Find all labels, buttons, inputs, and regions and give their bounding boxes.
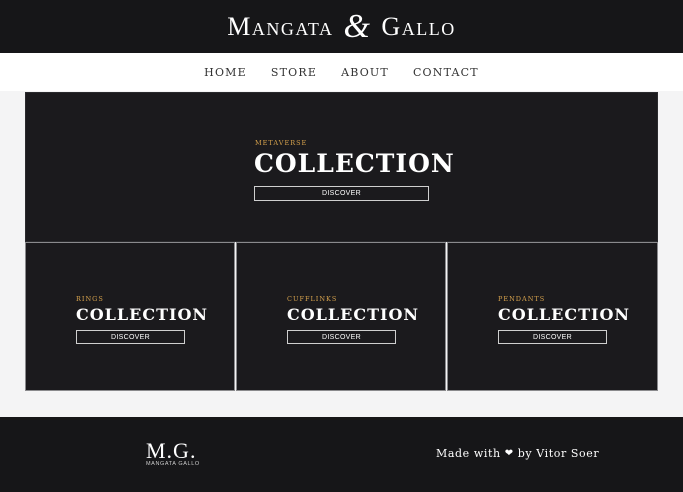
brand-logo[interactable]: Mangata & Gallo: [227, 8, 455, 46]
cufflinks-discover-button[interactable]: DISCOVER: [287, 330, 396, 344]
logo-ampersand: &: [343, 7, 372, 45]
hero-metaverse-collection: METAVERSE COLLECTION DISCOVER: [25, 92, 658, 242]
tile-rings-collection: RINGS COLLECTION DISCOVER: [25, 242, 235, 391]
tile-pendants-collection: PENDANTS COLLECTION DISCOVER: [447, 242, 658, 391]
pendants-discover-button[interactable]: DISCOVER: [498, 330, 607, 344]
credit-prefix: Made with: [436, 447, 501, 460]
credit-author[interactable]: by Vitor Soer: [518, 447, 600, 460]
tile-eyebrow: RINGS: [76, 295, 104, 303]
logo-word-mangata: Mangata: [227, 11, 334, 41]
tile-cufflinks-collection: CUFFLINKS COLLECTION DISCOVER: [236, 242, 446, 391]
nav-store[interactable]: STORE: [271, 66, 317, 79]
tile-title: COLLECTION: [287, 305, 420, 324]
main-nav: HOME STORE ABOUT CONTACT: [0, 53, 683, 91]
hero-eyebrow: METAVERSE: [255, 139, 308, 147]
tile-eyebrow: CUFFLINKS: [287, 295, 338, 303]
footer-monogram[interactable]: M.G.: [146, 440, 196, 462]
nav-about[interactable]: ABOUT: [341, 66, 389, 79]
tile-title: COLLECTION: [76, 305, 209, 324]
hero-title: COLLECTION: [254, 149, 455, 178]
footer-monogram-subtitle: MANGATA GALLO: [146, 461, 200, 467]
header-bar: Mangata & Gallo: [0, 0, 683, 53]
heart-icon: ❤: [504, 448, 514, 459]
nav-contact[interactable]: CONTACT: [413, 66, 479, 79]
tile-title: COLLECTION: [498, 305, 631, 324]
hero-discover-button[interactable]: DISCOVER: [254, 186, 429, 201]
tile-eyebrow: PENDANTS: [498, 295, 546, 303]
rings-discover-button[interactable]: DISCOVER: [76, 330, 185, 344]
logo-word-gallo: Gallo: [381, 11, 456, 41]
footer-credit: Made with ❤ by Vitor Soer: [436, 447, 599, 460]
nav-home[interactable]: HOME: [204, 66, 247, 79]
